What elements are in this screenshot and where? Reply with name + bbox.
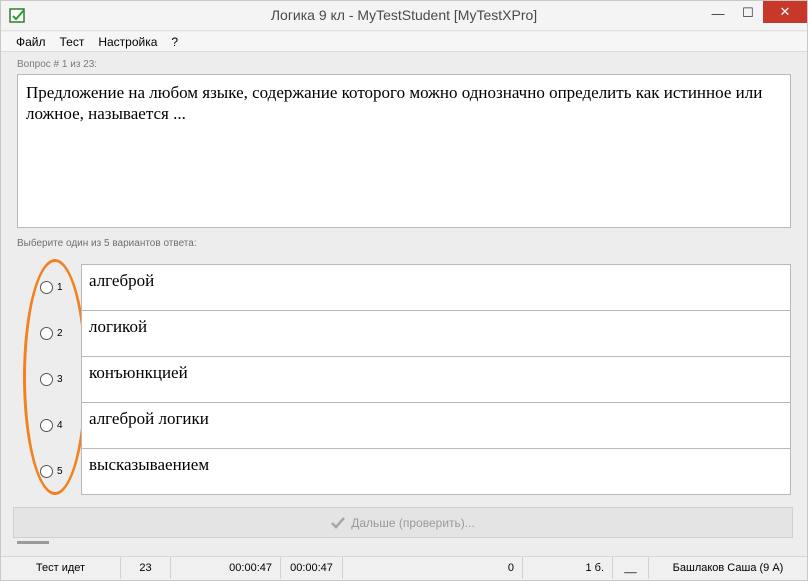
minimize-button[interactable]: — <box>703 1 733 25</box>
window-title: Логика 9 кл - MyTestStudent [MyTestXPro] <box>270 7 538 23</box>
status-bar: Тест идет 23 00:00:47 00:00:47 0 1 б. __… <box>1 556 807 580</box>
answer-option-1[interactable]: алгеброй <box>81 264 791 311</box>
answers-prompt: Выберите один из 5 вариантов ответа: <box>17 238 197 249</box>
answer-radio-5[interactable] <box>40 465 53 478</box>
answer-option-2[interactable]: логикой <box>81 310 791 357</box>
radio-highlight-ellipse <box>23 259 87 495</box>
question-text: Предложение на любом языке, содержание к… <box>17 74 791 228</box>
next-check-button[interactable]: Дальше (проверить)... <box>13 507 793 538</box>
status-question-count: 23 <box>121 557 171 579</box>
answer-radio-1[interactable] <box>40 281 53 294</box>
answer-num-4: 4 <box>57 420 63 431</box>
answer-num-3: 3 <box>57 374 63 385</box>
question-number-label: Вопрос # 1 из 23: <box>17 59 98 70</box>
status-student-name: Башлаков Саша (9 А) <box>672 562 784 574</box>
answer-option-5[interactable]: высказываением <box>81 448 791 495</box>
answer-radio-2[interactable] <box>40 327 53 340</box>
answer-num-2: 2 <box>57 328 63 339</box>
status-points: 1 б. <box>523 557 613 579</box>
progress-indicator <box>17 541 49 544</box>
status-score: 0 <box>343 557 523 579</box>
app-window: Логика 9 кл - MyTestStudent [MyTestXPro]… <box>0 0 808 581</box>
status-time-total: 00:00:47 <box>281 557 343 579</box>
close-button[interactable]: ✕ <box>763 1 807 23</box>
answer-option-4[interactable]: алгеброй логики <box>81 402 791 449</box>
answer-option-3[interactable]: конъюнкцией <box>81 356 791 403</box>
answer-radio-4[interactable] <box>40 419 53 432</box>
menu-bar: Файл Тест Настройка ? <box>1 32 807 52</box>
status-blank: __ <box>613 557 649 579</box>
check-icon <box>331 516 346 529</box>
status-state: Тест идет <box>1 557 121 579</box>
menu-help[interactable]: ? <box>164 35 185 49</box>
title-bar: Логика 9 кл - MyTestStudent [MyTestXPro]… <box>1 1 807 31</box>
menu-file[interactable]: Файл <box>9 35 53 49</box>
status-time-elapsed: 00:00:47 <box>171 557 281 579</box>
menu-test[interactable]: Тест <box>53 35 92 49</box>
answer-radio-3[interactable] <box>40 373 53 386</box>
answer-num-1: 1 <box>57 282 63 293</box>
answer-num-5: 5 <box>57 466 63 477</box>
next-button-label: Дальше (проверить)... <box>351 515 475 530</box>
maximize-button[interactable]: ☐ <box>733 1 763 25</box>
menu-settings[interactable]: Настройка <box>91 35 164 49</box>
